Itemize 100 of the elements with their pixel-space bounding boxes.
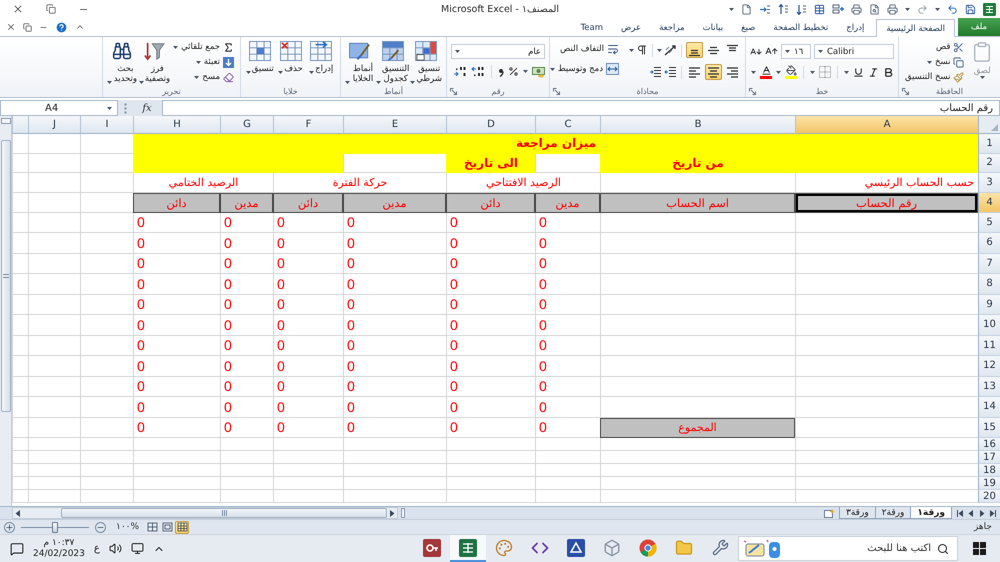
zoom-out-icon[interactable] bbox=[95, 522, 106, 532]
format-painter-button[interactable]: نسخ التنسيق bbox=[903, 70, 966, 84]
row-header[interactable]: 19 bbox=[978, 477, 1000, 490]
decrease-decimal-icon[interactable] bbox=[453, 66, 467, 77]
dialog-launcher-icon[interactable] bbox=[553, 88, 560, 94]
font-color-icon[interactable] bbox=[760, 65, 772, 79]
ribbon-tab[interactable]: بيانات bbox=[694, 19, 732, 36]
row-header[interactable]: 6 bbox=[978, 233, 1000, 254]
ribbon-tab[interactable]: تخطيط الصفحة bbox=[764, 19, 838, 36]
scroll-left-icon[interactable] bbox=[15, 510, 21, 516]
column-header[interactable]: A bbox=[795, 116, 978, 134]
autosum-button[interactable]: جمع تلقائي bbox=[171, 40, 236, 54]
borders-icon[interactable] bbox=[819, 66, 831, 78]
ribbon-tab[interactable]: عرض bbox=[612, 19, 650, 36]
input-language-text[interactable]: ع bbox=[94, 543, 100, 554]
close-icon[interactable] bbox=[12, 3, 24, 15]
column-header[interactable]: I bbox=[80, 116, 133, 134]
increase-indent-icon[interactable] bbox=[649, 66, 662, 78]
list-arrow-icon[interactable] bbox=[759, 4, 771, 14]
speaker-icon[interactable] bbox=[108, 542, 122, 555]
diagonal-arrow-icon[interactable] bbox=[664, 44, 677, 56]
four-panes-icon[interactable] bbox=[972, 542, 986, 555]
row-header[interactable]: 8 bbox=[978, 274, 1000, 294]
scrollbar-thumb[interactable] bbox=[61, 508, 387, 518]
sort-icon[interactable] bbox=[796, 4, 807, 14]
row-header[interactable]: 5 bbox=[978, 212, 1000, 233]
copy-button[interactable]: نسخ bbox=[925, 55, 966, 69]
row-header[interactable]: 16 bbox=[978, 438, 1000, 451]
restore-icon[interactable] bbox=[23, 22, 32, 32]
shrink-font-icon[interactable] bbox=[750, 46, 762, 58]
font-size-dropdown[interactable]: ١٦ bbox=[781, 44, 811, 59]
close-icon[interactable] bbox=[6, 22, 16, 32]
printer-icon[interactable] bbox=[887, 4, 898, 14]
last-sheet-icon[interactable] bbox=[990, 510, 996, 516]
search-box[interactable]: اكتب هنا للبحث bbox=[738, 536, 958, 561]
row-header[interactable]: 17 bbox=[978, 451, 1000, 464]
format-button[interactable]: تنسيق bbox=[244, 39, 275, 74]
sheet-tab[interactable]: ورقة٣ bbox=[839, 507, 876, 519]
delete-button[interactable]: حذف bbox=[276, 39, 306, 74]
number-format-dropdown[interactable]: عام bbox=[451, 44, 545, 59]
previous-sheet-icon[interactable] bbox=[968, 510, 974, 516]
help-icon[interactable] bbox=[55, 20, 68, 34]
file-tab[interactable]: ملف bbox=[958, 18, 1000, 36]
wrap-text-button[interactable]: التفاف النص bbox=[548, 42, 621, 56]
print-preview-icon[interactable] bbox=[869, 4, 880, 14]
font-name-dropdown[interactable]: Calibri bbox=[814, 44, 894, 59]
row-header[interactable]: 13 bbox=[978, 376, 1000, 397]
fill-button[interactable]: تعبئة bbox=[194, 55, 236, 69]
ribbon-tab[interactable]: إدراج bbox=[837, 19, 874, 36]
column-header[interactable]: D bbox=[446, 116, 535, 134]
scrollbar-thumb[interactable] bbox=[0, 140, 10, 412]
taskbar-app-button[interactable] bbox=[450, 535, 486, 562]
table-icon[interactable] bbox=[814, 4, 825, 14]
row-header[interactable]: 12 bbox=[978, 356, 1000, 376]
row-header[interactable]: 9 bbox=[978, 294, 1000, 315]
dialog-launcher-icon[interactable] bbox=[749, 88, 756, 94]
ribbon-tab[interactable]: صيغ bbox=[732, 19, 764, 36]
row-header[interactable]: 3 bbox=[978, 173, 1000, 192]
ribbon-tab[interactable]: الصفحة الرئيسية bbox=[876, 19, 955, 37]
percent-icon[interactable] bbox=[508, 66, 519, 77]
zoom-level-text[interactable]: %١٠٠ bbox=[116, 522, 140, 532]
italic-icon[interactable] bbox=[868, 66, 879, 78]
dialog-launcher-icon[interactable] bbox=[450, 88, 457, 94]
redo-icon[interactable] bbox=[917, 4, 928, 14]
column-header[interactable]: B bbox=[600, 116, 795, 134]
row-header[interactable]: 15 bbox=[978, 418, 1000, 438]
ribbon-tab[interactable]: Team bbox=[572, 19, 612, 36]
sheet-tab[interactable]: ورقة٢ bbox=[874, 507, 912, 519]
dialog-launcher-icon[interactable] bbox=[902, 88, 909, 94]
page-layout-view-button[interactable] bbox=[160, 520, 174, 534]
cut-button[interactable]: قص bbox=[934, 40, 966, 54]
fill-color-icon[interactable] bbox=[785, 65, 797, 79]
clock-time[interactable]: ١٠:٣٧ م bbox=[44, 538, 74, 548]
sort-icon[interactable] bbox=[778, 4, 789, 14]
spreadsheet-app-icon[interactable] bbox=[983, 2, 996, 16]
column-header[interactable]: J bbox=[28, 116, 80, 134]
increase-decimal-icon[interactable] bbox=[471, 66, 485, 77]
sort-filter-button[interactable]: فرز وتصفية bbox=[138, 39, 170, 84]
comma-icon[interactable] bbox=[498, 66, 504, 76]
insert-rows-icon[interactable] bbox=[832, 4, 844, 14]
message-icon[interactable] bbox=[10, 542, 24, 556]
insert-sheet-icon[interactable] bbox=[824, 508, 836, 518]
sheet-tab[interactable]: ورقة١ bbox=[910, 507, 952, 519]
vertical-scrollbar[interactable] bbox=[0, 116, 12, 506]
row-header[interactable]: 10 bbox=[978, 315, 1000, 336]
banknote-icon[interactable] bbox=[532, 66, 545, 78]
next-sheet-icon[interactable] bbox=[978, 510, 984, 516]
scroll-right-icon[interactable] bbox=[389, 510, 395, 516]
insert-button[interactable]: إدراج bbox=[306, 39, 336, 74]
row-header[interactable]: 7 bbox=[978, 254, 1000, 274]
search-field[interactable]: اكتب هنا للبحث bbox=[789, 540, 931, 558]
cell-styles-button[interactable]: أنماط الخلايا bbox=[345, 39, 376, 84]
bold-icon[interactable] bbox=[883, 66, 894, 78]
row-header[interactable]: 11 bbox=[978, 336, 1000, 356]
zoom-slider-thumb[interactable] bbox=[52, 522, 58, 532]
printer-icon[interactable] bbox=[851, 4, 862, 14]
normal-view-button[interactable] bbox=[175, 520, 190, 534]
split-handle[interactable] bbox=[401, 508, 405, 518]
conditional-formatting-button[interactable]: تنسيق شرطي bbox=[410, 39, 442, 84]
clock-date[interactable]: 24/02/2023 bbox=[33, 548, 85, 560]
